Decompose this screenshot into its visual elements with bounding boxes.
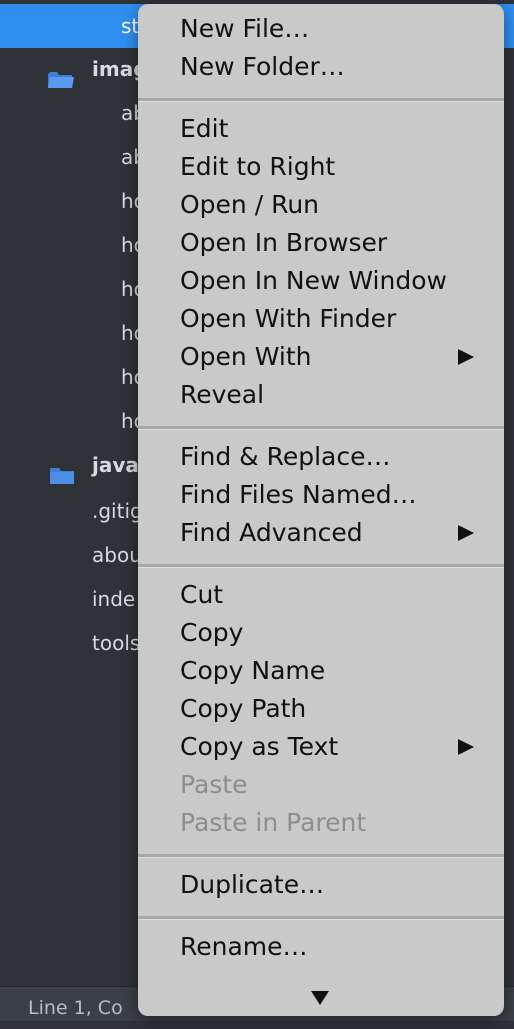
menu-separator <box>138 564 504 568</box>
menu-item-copy-path[interactable]: Copy Path <box>138 690 504 728</box>
menu-item-label: Find & Replace… <box>180 442 391 471</box>
menu-item-label: Edit to Right <box>180 152 336 181</box>
menu-item-cut[interactable]: Cut <box>138 576 504 614</box>
menu-item-label: New Folder… <box>180 52 345 81</box>
menu-item-open-with[interactable]: Open With <box>138 338 504 376</box>
menu-item-duplicate[interactable]: Duplicate… <box>138 866 504 904</box>
cursor-position-text: Line 1, Co <box>28 997 123 1019</box>
menu-item-open-with-finder[interactable]: Open With Finder <box>138 300 504 338</box>
menu-item-edit-to-right[interactable]: Edit to Right <box>138 148 504 186</box>
menu-item-new-folder[interactable]: New Folder… <box>138 48 504 86</box>
submenu-arrow-icon <box>458 739 474 755</box>
submenu-arrow-icon <box>458 525 474 541</box>
tree-item-label: st <box>121 14 140 38</box>
menu-item-label: Paste in Parent <box>180 808 367 837</box>
menu-item-find-files-named[interactable]: Find Files Named… <box>138 476 504 514</box>
menu-item-label: Duplicate… <box>180 870 325 899</box>
menu-item-copy-as-text[interactable]: Copy as Text <box>138 728 504 766</box>
menu-item-label: New File… <box>180 14 310 43</box>
menu-item-label: Open With <box>180 342 312 371</box>
menu-item-label: Cut <box>180 580 224 609</box>
menu-item-find-replace[interactable]: Find & Replace… <box>138 438 504 476</box>
menu-item-new-file[interactable]: New File… <box>138 10 504 48</box>
menu-item-copy-name[interactable]: Copy Name <box>138 652 504 690</box>
menu-separator <box>138 916 504 920</box>
menu-item-label: Find Advanced <box>180 518 363 547</box>
menu-item-label: Open / Run <box>180 190 320 219</box>
tree-item-label: inde <box>92 587 136 611</box>
menu-item-label: Open With Finder <box>180 304 397 333</box>
tree-item-label: tools <box>92 631 141 655</box>
chevron-down-icon[interactable] <box>311 991 329 1005</box>
menu-item-open-in-new-window[interactable]: Open In New Window <box>138 262 504 300</box>
menu-item-copy[interactable]: Copy <box>138 614 504 652</box>
tree-item-label: abou <box>92 543 142 567</box>
menu-item-paste-in-parent: Paste in Parent <box>138 804 504 842</box>
menu-separator <box>138 854 504 858</box>
menu-item-label: Rename… <box>180 932 308 961</box>
tree-item-label: java <box>92 453 139 477</box>
menu-item-rename[interactable]: Rename… <box>138 928 504 966</box>
menu-separator <box>138 426 504 430</box>
menu-item-label: Find Files Named… <box>180 480 417 509</box>
menu-item-open-in-browser[interactable]: Open In Browser <box>138 224 504 262</box>
menu-item-label: Copy Path <box>180 694 307 723</box>
menu-item-edit[interactable]: Edit <box>138 110 504 148</box>
menu-item-label: Reveal <box>180 380 265 409</box>
tree-item-label: .gitig <box>92 499 143 523</box>
menu-item-label: Edit <box>180 114 229 143</box>
menu-item-find-advanced[interactable]: Find Advanced <box>138 514 504 552</box>
menu-item-label: Copy Name <box>180 656 326 685</box>
menu-item-label: Open In Browser <box>180 228 388 257</box>
context-menu: New File… New Folder… Edit Edit to Right… <box>138 4 504 1016</box>
menu-item-open-run[interactable]: Open / Run <box>138 186 504 224</box>
menu-item-label: Paste <box>180 770 248 799</box>
folder-open-icon <box>48 60 74 88</box>
menu-item-paste: Paste <box>138 766 504 804</box>
menu-item-label: Copy as Text <box>180 732 339 761</box>
menu-separator <box>138 98 504 102</box>
menu-item-clipped: M <box>180 971 202 979</box>
menu-item-reveal[interactable]: Reveal <box>138 376 504 414</box>
submenu-arrow-icon <box>458 349 474 365</box>
menu-item-label: Open In New Window <box>180 266 447 295</box>
menu-item-label: Copy <box>180 618 244 647</box>
folder-closed-icon <box>50 456 76 484</box>
